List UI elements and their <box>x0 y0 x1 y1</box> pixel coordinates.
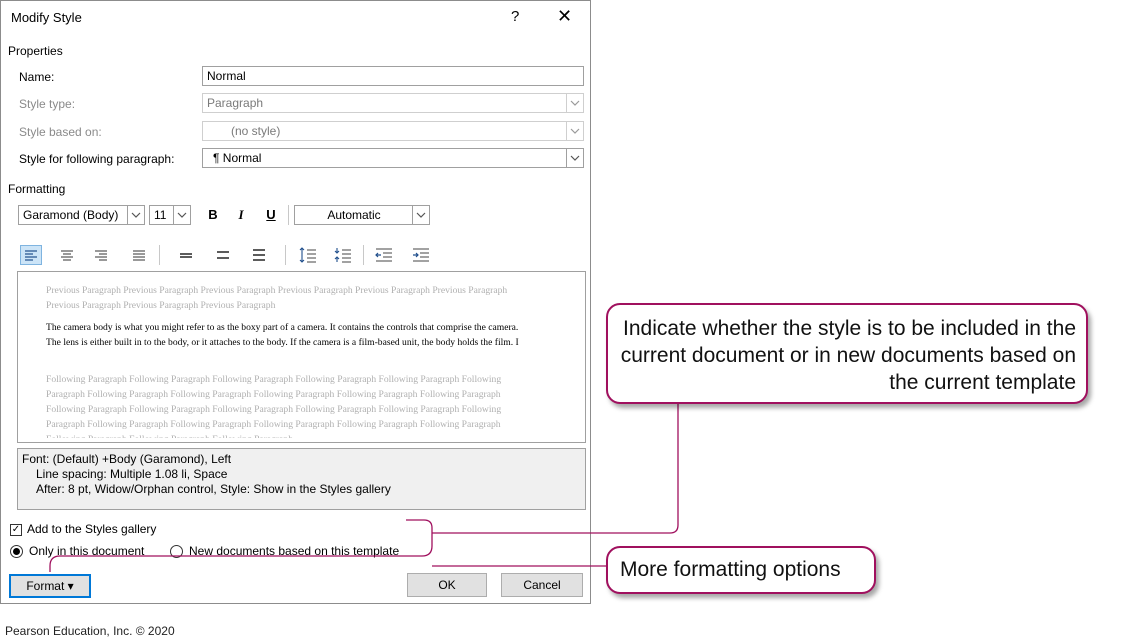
scope-callout: Indicate whether the style is to be incl… <box>606 303 1088 404</box>
scope-callout-text: Indicate whether the style is to be incl… <box>620 317 1076 394</box>
copyright-footer: Pearson Education, Inc. © 2020 <box>5 624 175 638</box>
format-callout: More formatting options <box>606 546 876 594</box>
format-callout-text: More formatting options <box>620 558 841 581</box>
